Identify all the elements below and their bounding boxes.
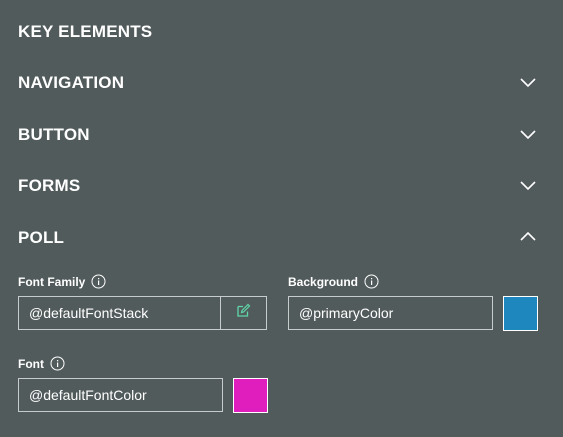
info-icon[interactable] bbox=[91, 274, 106, 289]
info-icon[interactable] bbox=[50, 356, 65, 371]
chevron-down-icon bbox=[519, 127, 537, 140]
accordion-navigation[interactable]: NAVIGATION bbox=[0, 63, 563, 103]
chevron-down-icon bbox=[519, 75, 537, 88]
font-family-label: Font Family bbox=[18, 274, 106, 289]
edit-font-family-button[interactable] bbox=[220, 296, 267, 330]
font-label-text: Font bbox=[18, 356, 44, 371]
accordion-button[interactable]: BUTTON bbox=[0, 115, 563, 155]
background-input[interactable]: @primaryColor bbox=[288, 296, 493, 330]
font-label: Font bbox=[18, 356, 65, 371]
font-family-label-text: Font Family bbox=[18, 274, 86, 289]
font-color-swatch[interactable] bbox=[233, 378, 268, 413]
font-color-input[interactable]: @defaultFontColor bbox=[18, 378, 223, 412]
font-family-input[interactable]: @defaultFontStack bbox=[18, 296, 221, 330]
background-label: Background bbox=[288, 274, 379, 289]
background-label-text: Background bbox=[288, 274, 359, 289]
accordion-label: POLL bbox=[18, 228, 65, 247]
chevron-down-icon bbox=[519, 178, 537, 191]
chevron-up-icon bbox=[519, 230, 537, 242]
key-elements-panel: KEY ELEMENTS NAVIGATION BUTTON FORMS POL… bbox=[0, 0, 563, 437]
accordion-forms[interactable]: FORMS bbox=[0, 166, 563, 206]
section-title: KEY ELEMENTS bbox=[18, 22, 153, 41]
background-color-swatch[interactable] bbox=[503, 296, 538, 331]
edit-icon bbox=[236, 303, 251, 323]
accordion-label: BUTTON bbox=[18, 125, 90, 144]
accordion-poll[interactable]: POLL bbox=[0, 218, 563, 258]
info-icon[interactable] bbox=[364, 274, 379, 289]
accordion-label: NAVIGATION bbox=[18, 73, 125, 92]
accordion-label: FORMS bbox=[18, 176, 81, 195]
